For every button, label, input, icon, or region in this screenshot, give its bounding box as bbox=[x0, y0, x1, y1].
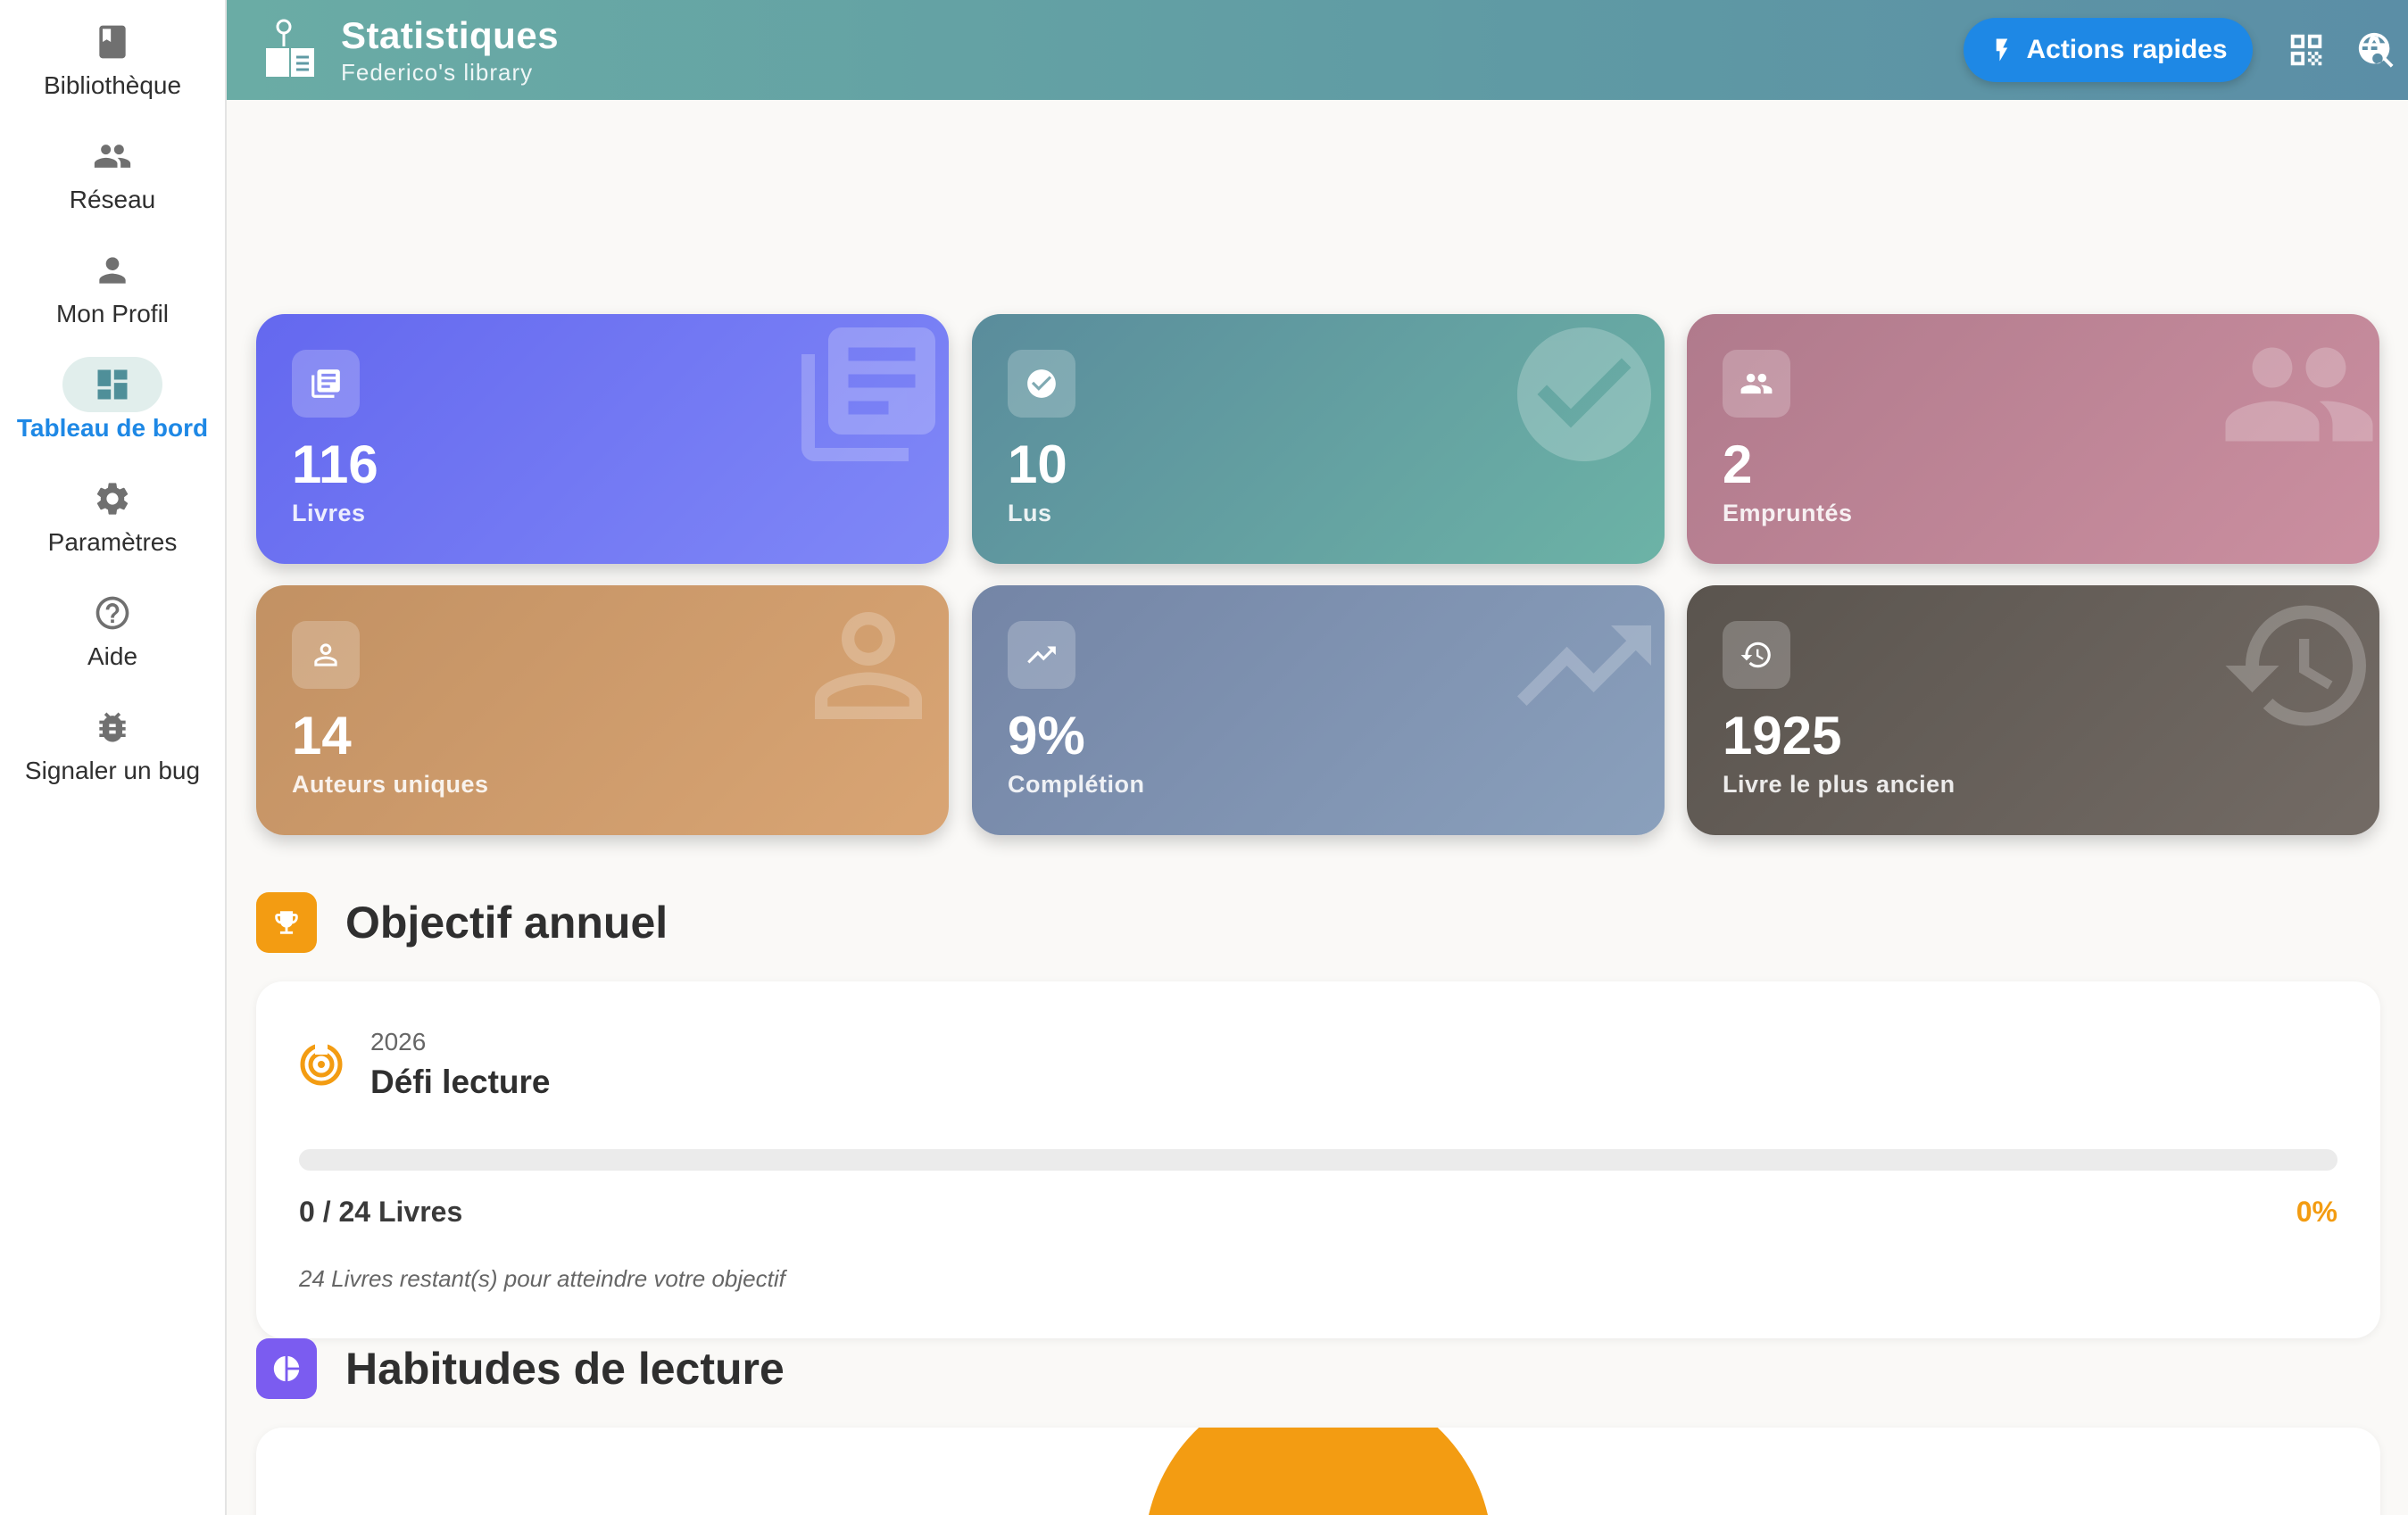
quick-actions-label: Actions rapides bbox=[2026, 35, 2228, 64]
qr-scan-icon[interactable] bbox=[2283, 27, 2329, 73]
sidebar-item-signaler-bug[interactable]: Signaler un bug bbox=[0, 700, 225, 785]
sidebar-item-tableau-de-bord[interactable]: Tableau de bord bbox=[0, 357, 225, 443]
reading-habits-panel bbox=[256, 1428, 2380, 1515]
reading-lamp-book-icon bbox=[259, 18, 321, 80]
habits-chart-slice bbox=[1149, 1428, 1488, 1515]
app-header: Statistiques Federico's library Actions … bbox=[227, 0, 2408, 100]
stat-card-empruntes[interactable]: 2 Empruntés bbox=[1687, 314, 2379, 564]
trending-up-icon bbox=[1504, 585, 1665, 746]
stat-label: Empruntés bbox=[1723, 500, 1853, 526]
history-icon bbox=[1723, 621, 1790, 689]
sidebar-item-parametres[interactable]: Paramètres bbox=[0, 471, 225, 557]
goal-section-header: Objectif annuel bbox=[256, 892, 668, 953]
stat-value: 14 bbox=[292, 706, 352, 766]
stat-card-plus-ancien[interactable]: 1925 Livre le plus ancien bbox=[1687, 585, 2379, 835]
stat-card-livres[interactable]: 116 Livres bbox=[256, 314, 949, 564]
library-books-icon bbox=[292, 350, 360, 418]
sidebar-item-aide[interactable]: Aide bbox=[0, 585, 225, 671]
stat-card-completion[interactable]: 9% Complétion bbox=[972, 585, 1665, 835]
quick-actions-button[interactable]: Actions rapides bbox=[1964, 18, 2253, 82]
sidebar-item-label: Paramètres bbox=[47, 528, 178, 556]
stat-card-lus[interactable]: 10 Lus bbox=[972, 314, 1665, 564]
section-title: Habitudes de lecture bbox=[345, 1344, 785, 1394]
book-icon bbox=[62, 14, 162, 70]
goal-progress-bar bbox=[299, 1149, 2337, 1171]
sidebar-item-reseau[interactable]: Réseau bbox=[0, 128, 225, 214]
stat-value: 1925 bbox=[1723, 706, 1842, 766]
habits-section-header: Habitudes de lecture bbox=[256, 1338, 785, 1399]
sidebar-item-label: Bibliothèque bbox=[43, 71, 182, 99]
goal-title: Défi lecture bbox=[370, 1064, 551, 1100]
dashboard-icon bbox=[62, 357, 162, 412]
check-circle-icon bbox=[1008, 350, 1075, 418]
sidebar-item-mon-profil[interactable]: Mon Profil bbox=[0, 243, 225, 328]
sidebar-item-label: Aide bbox=[87, 642, 138, 670]
stat-label: Livres bbox=[292, 500, 366, 526]
stat-value: 116 bbox=[292, 435, 378, 494]
stat-label: Lus bbox=[1008, 500, 1052, 526]
stat-label: Complétion bbox=[1008, 771, 1145, 798]
person-outline-icon bbox=[788, 585, 949, 746]
sidebar: Bibliothèque Réseau Mon Profil Tableau d… bbox=[0, 0, 227, 1515]
help-icon bbox=[62, 585, 162, 641]
stat-label: Auteurs uniques bbox=[292, 771, 489, 798]
sidebar-item-label: Signaler un bug bbox=[24, 757, 201, 784]
page-subtitle: Federico's library bbox=[341, 59, 534, 86]
stat-card-auteurs[interactable]: 14 Auteurs uniques bbox=[256, 585, 949, 835]
reading-goal-panel: 2026 Défi lecture 0 / 24 Livres 0% 24 Li… bbox=[256, 981, 2380, 1338]
goal-percent: 0% bbox=[2296, 1196, 2337, 1228]
check-circle-icon bbox=[1504, 314, 1665, 475]
people-icon bbox=[1723, 350, 1790, 418]
library-books-icon bbox=[788, 314, 949, 475]
page-title: Statistiques bbox=[341, 14, 560, 56]
search-globe-icon[interactable] bbox=[2353, 27, 2399, 73]
sidebar-item-label: Mon Profil bbox=[55, 300, 170, 327]
stat-label: Livre le plus ancien bbox=[1723, 771, 1955, 798]
reading-habits-chart bbox=[1149, 1428, 1488, 1515]
lightning-icon bbox=[1997, 38, 2008, 62]
sidebar-item-label: Réseau bbox=[69, 186, 156, 213]
history-icon bbox=[2219, 585, 2379, 746]
pie-chart-icon bbox=[256, 1338, 317, 1399]
bug-icon bbox=[62, 700, 162, 755]
section-title: Objectif annuel bbox=[345, 898, 668, 948]
goal-remaining-text: 24 Livres restant(s) pour atteindre votr… bbox=[299, 1265, 785, 1292]
gear-icon bbox=[62, 471, 162, 526]
trending-up-icon bbox=[1008, 621, 1075, 689]
sidebar-item-bibliotheque[interactable]: Bibliothèque bbox=[0, 14, 225, 100]
people-icon bbox=[2219, 314, 2379, 475]
trophy-icon bbox=[256, 892, 317, 953]
stat-value: 2 bbox=[1723, 435, 1753, 494]
target-icon bbox=[300, 1042, 343, 1086]
stat-value: 9% bbox=[1008, 706, 1085, 766]
goal-year: 2026 bbox=[370, 1028, 427, 1056]
goal-count: 0 / 24 Livres bbox=[299, 1196, 463, 1228]
group-icon bbox=[62, 128, 162, 184]
person-icon bbox=[62, 243, 162, 298]
person-outline-icon bbox=[292, 621, 360, 689]
stat-value: 10 bbox=[1008, 435, 1067, 494]
sidebar-item-label: Tableau de bord bbox=[16, 414, 209, 442]
